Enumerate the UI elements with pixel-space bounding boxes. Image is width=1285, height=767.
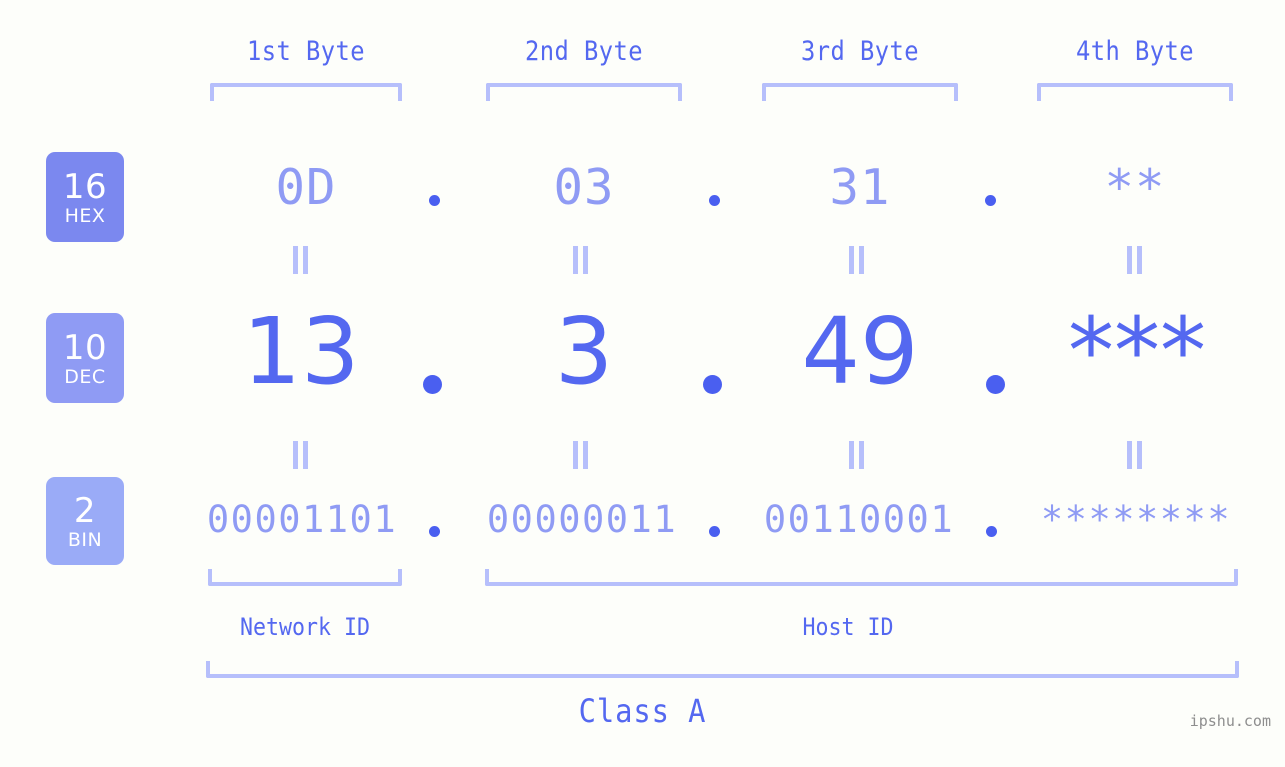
bin-separator-dot-1 [429,526,440,537]
radix-badge-bin-number: 2 [73,491,97,531]
dec-byte-value-3: 49 [801,298,919,405]
bin-byte-value-4: ******** [1040,498,1232,541]
byte-header-label-3: 3rd Byte [801,36,919,67]
radix-badge-hex-number: 16 [62,167,108,207]
equality-mark-dec-bin-3 [847,441,866,469]
equality-mark-hex-dec-1 [291,246,310,274]
radix-badge-dec-number: 10 [62,328,108,368]
bin-separator-dot-3 [986,526,997,537]
class-bracket [206,661,1239,678]
radix-badge-hex-name: HEX [64,205,106,227]
network-id-label: Network ID [239,613,371,641]
byte-bracket-top-1 [210,83,402,101]
radix-badge-dec: 10 DEC [46,313,124,403]
hex-separator-dot-3 [985,195,996,206]
byte-bracket-top-2 [486,83,682,101]
hex-separator-dot-1 [429,195,440,206]
hex-separator-dot-2 [709,195,720,206]
radix-badge-bin: 2 BIN [46,477,124,565]
network-id-bracket [208,569,402,586]
bin-byte-value-1: 00001101 [206,498,398,541]
equality-mark-dec-bin-1 [291,441,310,469]
byte-header-label-1: 1st Byte [247,36,365,67]
hex-byte-value-4: ** [1104,159,1166,216]
equality-mark-dec-bin-2 [571,441,590,469]
dec-separator-dot-1 [423,375,442,394]
radix-badge-dec-name: DEC [64,366,106,388]
host-id-label: Host ID [802,613,894,641]
byte-header-label-2: 2nd Byte [525,36,643,67]
dec-byte-value-1: 13 [242,298,360,405]
hex-byte-value-3: 31 [829,159,891,216]
dec-byte-value-2: 3 [554,298,614,405]
byte-bracket-top-4 [1037,83,1233,101]
dec-separator-dot-2 [703,375,722,394]
site-watermark: ipshu.com [1189,712,1271,730]
radix-badge-bin-name: BIN [67,529,103,551]
equality-mark-hex-dec-2 [571,246,590,274]
bin-byte-value-2: 00000011 [486,498,678,541]
byte-header-label-4: 4th Byte [1076,36,1194,67]
radix-badge-hex: 16 HEX [46,152,124,242]
byte-bracket-top-3 [762,83,958,101]
bin-separator-dot-2 [709,526,720,537]
equality-mark-dec-bin-4 [1125,441,1144,469]
equality-mark-hex-dec-3 [847,246,866,274]
bin-byte-value-3: 00110001 [763,498,955,541]
ip-byte-breakdown-diagram: 1st Byte 2nd Byte 3rd Byte 4th Byte 16 H… [0,0,1285,767]
class-label: Class A [578,692,707,730]
host-id-bracket [485,569,1238,586]
dec-separator-dot-3 [986,375,1005,394]
equality-mark-hex-dec-4 [1125,246,1144,274]
dec-byte-value-4: *** [1068,298,1206,405]
hex-byte-value-1: 0D [275,159,337,216]
hex-byte-value-2: 03 [553,159,615,216]
